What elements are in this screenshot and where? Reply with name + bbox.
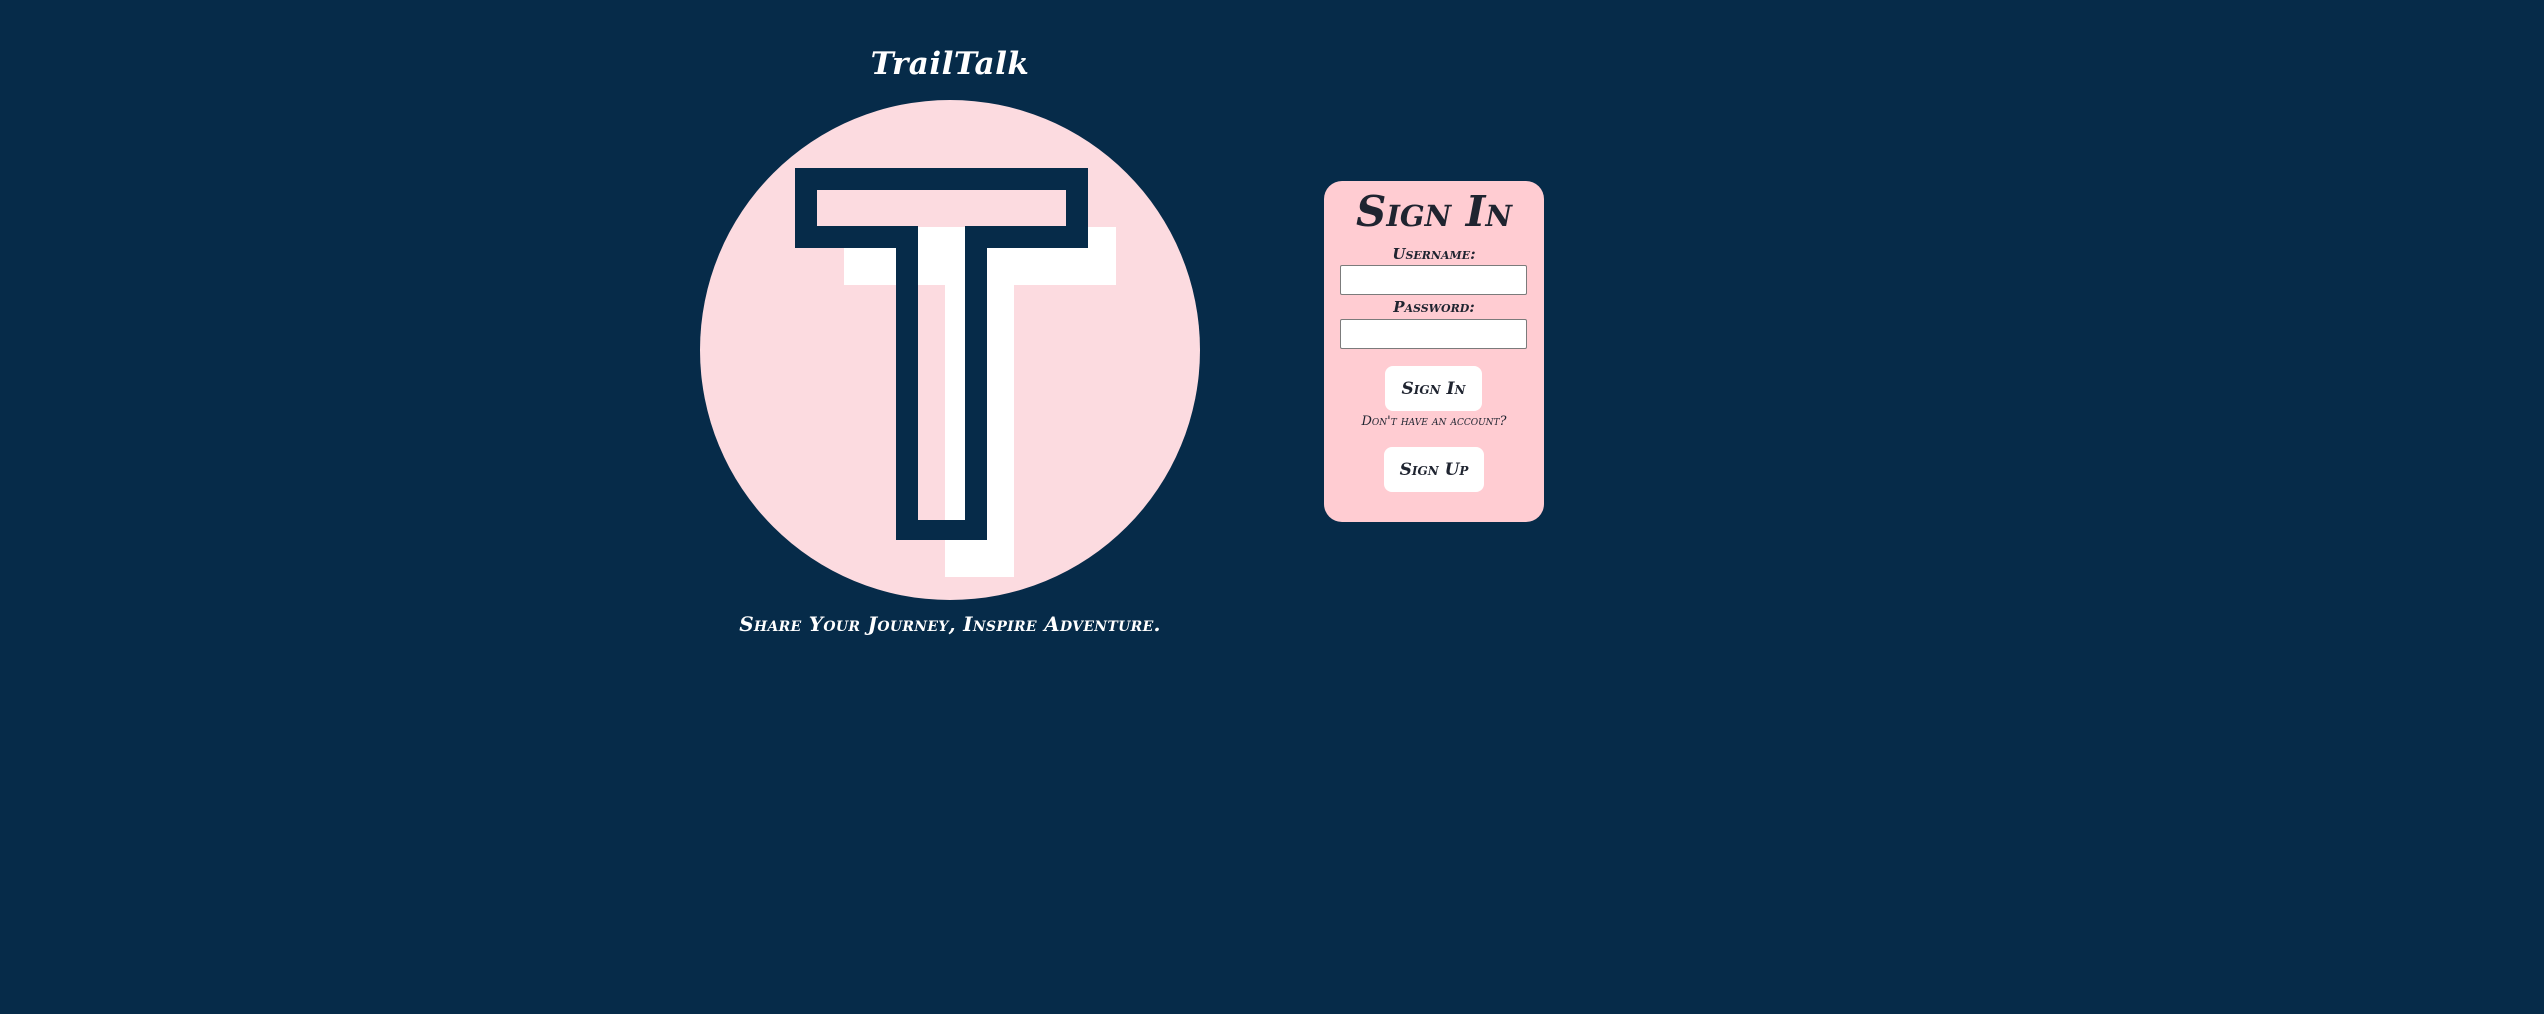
signin-card: Sign In Username: Password: Sign In Don'…: [1324, 181, 1544, 522]
brand-title: TrailTalk: [870, 46, 1030, 82]
tagline: Share Your Journey, Inspire Adventure.: [739, 612, 1161, 636]
username-label: Username:: [1392, 245, 1476, 263]
password-input[interactable]: [1340, 319, 1527, 349]
password-label: Password:: [1393, 298, 1475, 316]
login-page: TrailTalk Share Your Journey, Inspire Ad…: [0, 0, 2544, 1014]
no-account-text: Don't have an account?: [1361, 414, 1507, 429]
signin-heading: Sign In: [1356, 187, 1512, 236]
trailtalk-logo: [700, 100, 1200, 600]
signup-button[interactable]: Sign Up: [1384, 447, 1484, 492]
username-input[interactable]: [1340, 265, 1527, 295]
signin-button[interactable]: Sign In: [1385, 366, 1482, 411]
